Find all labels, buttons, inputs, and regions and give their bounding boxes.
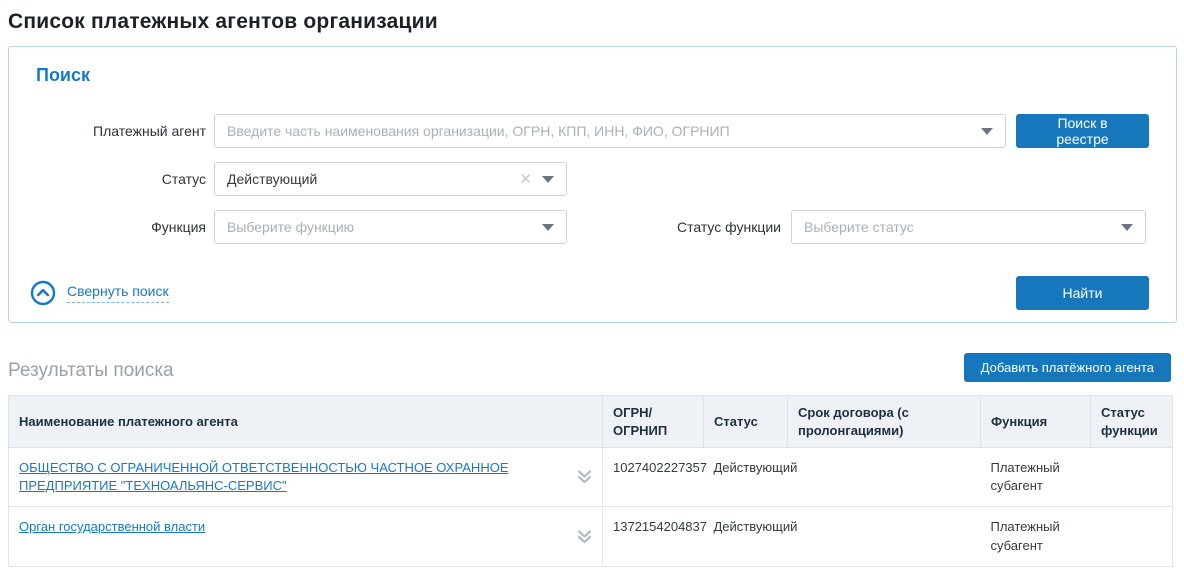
agent-row: Платежный агент Поиск в реестре (9, 114, 1149, 148)
ogrn-cell: 1372154204837 (603, 507, 704, 566)
results-title: Результаты поиска (8, 360, 174, 382)
chevron-up-circle-icon[interactable] (30, 280, 56, 306)
contract-term-cell (788, 448, 981, 507)
function-status-cell (1091, 507, 1173, 566)
ogrn-cell: 1027402227357 (603, 448, 704, 507)
registry-search-button[interactable]: Поиск в реестре (1016, 114, 1149, 148)
status-select[interactable]: Действующий ✕ (214, 162, 567, 196)
results-bar: Результаты поиска Добавить платёжного аг… (8, 353, 1171, 382)
status-value: Действующий (215, 171, 519, 187)
search-panel-footer: Свернуть поиск Найти (9, 276, 1149, 310)
results-table: Наименование платежного агента ОГРН/ОГРН… (8, 395, 1173, 567)
function-label: Функция (9, 219, 206, 235)
function-cell: Платежный субагент (981, 448, 1091, 507)
table-row: Орган государственной власти 13721542048… (9, 507, 1173, 566)
status-row: Статус Действующий ✕ (9, 162, 1149, 196)
page-title: Список платежных агентов организации (8, 10, 1184, 34)
header-agent-name: Наименование платежного агента (9, 396, 603, 448)
agent-name-cell: ОБЩЕСТВО С ОГРАНИЧЕННОЙ ОТВЕТСТВЕННОСТЬЮ… (9, 448, 603, 507)
header-status: Статус (704, 396, 788, 448)
collapse-search-link[interactable]: Свернуть поиск (67, 283, 169, 303)
chevron-down-icon[interactable] (1121, 224, 1133, 231)
collapse-search[interactable]: Свернуть поиск (30, 280, 169, 306)
function-status-select[interactable]: Выберите статус (791, 210, 1146, 244)
status-cell: Действующий (704, 448, 788, 507)
table-row: ОБЩЕСТВО С ОГРАНИЧЕННОЙ ОТВЕТСТВЕННОСТЬЮ… (9, 448, 1173, 507)
function-placeholder: Выберите функцию (215, 219, 538, 235)
function-status-label: Статус функции (567, 219, 781, 235)
function-cell: Платежный субагент (981, 507, 1091, 566)
header-contract-term: Срок договора (с пролонгациями) (788, 396, 981, 448)
contract-term-cell (788, 507, 981, 566)
function-row: Функция Выберите функцию Статус функции … (9, 210, 1149, 244)
chevron-down-icon[interactable] (542, 176, 554, 183)
header-function-status: Статус функции (1091, 396, 1173, 448)
agent-link[interactable]: Орган государственной власти (19, 519, 205, 534)
table-header-row: Наименование платежного агента ОГРН/ОГРН… (9, 396, 1173, 448)
chevron-down-icon[interactable] (542, 224, 554, 231)
agent-link[interactable]: ОБЩЕСТВО С ОГРАНИЧЕННОЙ ОТВЕТСТВЕННОСТЬЮ… (19, 460, 509, 493)
expand-row-icon[interactable] (576, 529, 593, 544)
find-button[interactable]: Найти (1016, 276, 1149, 310)
status-cell: Действующий (704, 507, 788, 566)
expand-row-icon[interactable] (576, 470, 593, 485)
add-agent-button[interactable]: Добавить платёжного агента (964, 353, 1171, 382)
agent-combobox[interactable] (214, 114, 1006, 148)
function-select[interactable]: Выберите функцию (214, 210, 567, 244)
header-function: Функция (981, 396, 1091, 448)
clear-icon[interactable]: ✕ (519, 172, 532, 187)
search-panel-title: Поиск (36, 65, 1149, 86)
chevron-down-icon[interactable] (981, 128, 993, 135)
header-ogrn: ОГРН/ОГРНИП (603, 396, 704, 448)
status-label: Статус (9, 171, 206, 187)
agent-name-cell: Орган государственной власти (9, 507, 603, 566)
function-status-cell (1091, 448, 1173, 507)
agent-input[interactable] (215, 115, 977, 147)
function-status-placeholder: Выберите статус (792, 219, 1117, 235)
search-panel: Поиск Платежный агент Поиск в реестре Ст… (8, 46, 1177, 323)
agent-label: Платежный агент (9, 123, 206, 139)
page: Список платежных агентов организации Пои… (0, 10, 1184, 567)
